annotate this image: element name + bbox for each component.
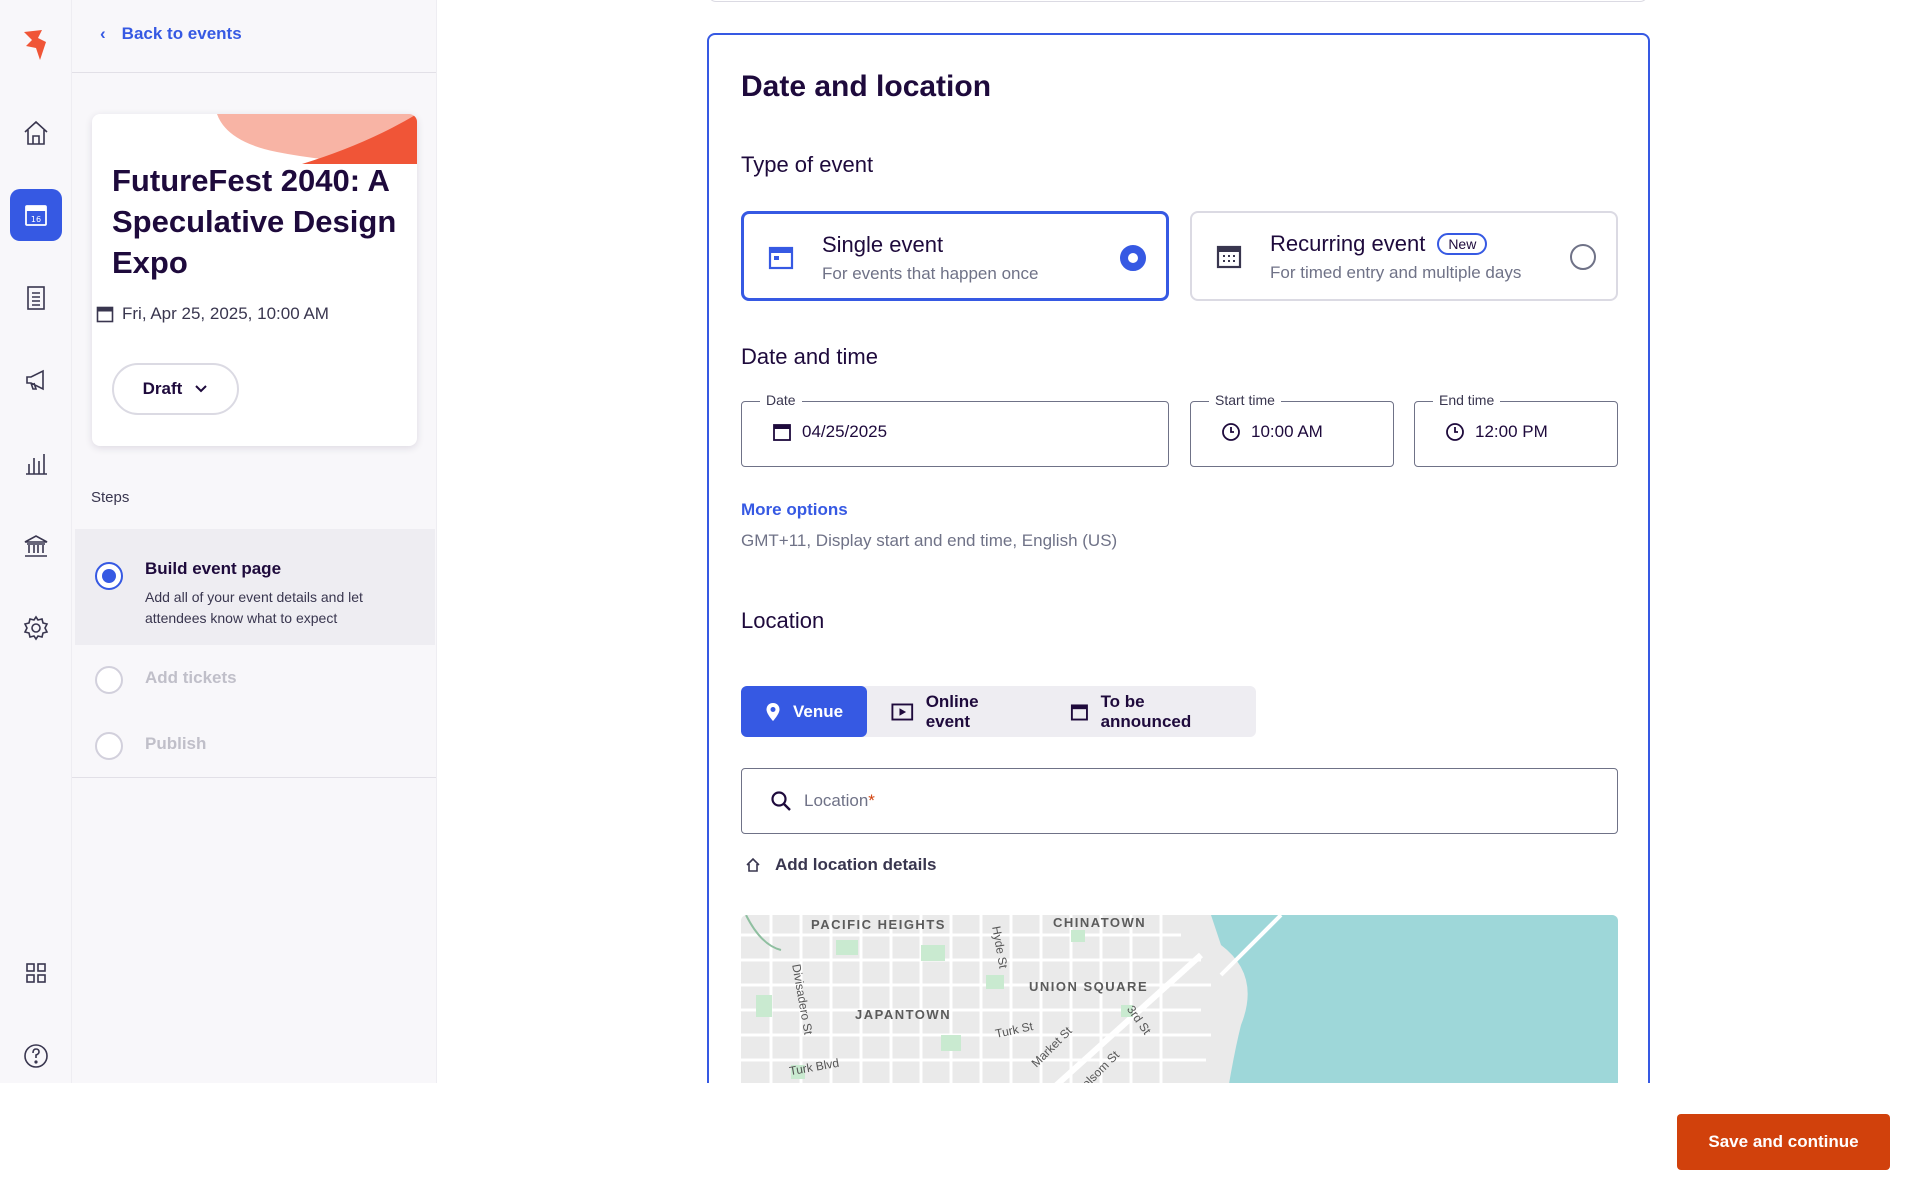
help-icon[interactable]	[10, 1030, 62, 1082]
step-add-tickets[interactable]: Add tickets	[75, 650, 435, 705]
more-options-summary: GMT+11, Display start and end time, Engl…	[741, 531, 1118, 550]
step-title: Build event page	[145, 559, 282, 578]
calendar-icon	[773, 424, 791, 441]
divider	[72, 777, 436, 778]
calendar-icon	[1070, 703, 1088, 720]
single-event-option[interactable]: Single event For events that happen once	[741, 211, 1169, 301]
logo-icon[interactable]	[20, 28, 50, 62]
steps-label: Steps	[91, 489, 130, 506]
type-of-event-heading: Type of event	[741, 152, 874, 177]
clock-icon	[1222, 423, 1240, 441]
chevron-left-icon: ‹	[100, 24, 106, 43]
bottom-action-bar	[0, 1083, 1920, 1200]
step-description: Add all of your event details and let at…	[145, 589, 363, 626]
date-label: Date	[760, 392, 802, 408]
date-time-heading: Date and time	[741, 344, 878, 369]
recurring-event-title: Recurring event	[1270, 231, 1426, 256]
radio-selected	[1120, 245, 1146, 271]
step-radio	[95, 562, 123, 590]
step-title: Publish	[145, 734, 207, 753]
map-label: PACIFIC HEIGHTS	[811, 917, 946, 932]
finance-icon[interactable]	[10, 520, 62, 572]
start-time-value: 10:00 AM	[1251, 422, 1323, 441]
tab-to-be-announced[interactable]: To be announced	[1046, 686, 1256, 737]
chart-icon[interactable]	[10, 437, 62, 489]
start-time-label: Start time	[1209, 392, 1281, 408]
apps-icon[interactable]	[10, 947, 62, 999]
location-heading: Location	[741, 608, 825, 633]
map-pin-icon	[766, 702, 780, 721]
decorative-shape	[217, 114, 417, 164]
event-title: FutureFest 2040: A Speculative Design Ex…	[112, 163, 397, 280]
step-radio	[95, 732, 123, 760]
end-time-label: End time	[1433, 392, 1501, 408]
more-options-link[interactable]: More options	[741, 500, 848, 520]
previous-section-edge	[708, 0, 1648, 2]
calendar-icon[interactable]: 16	[10, 189, 62, 241]
status-label: Draft	[142, 379, 183, 398]
svg-text:16: 16	[31, 215, 41, 224]
search-icon	[771, 791, 791, 811]
chevron-down-icon	[195, 385, 208, 393]
end-time-value: 12:00 PM	[1475, 422, 1548, 441]
option-title: Recurring event New	[1270, 231, 1488, 257]
save-and-continue-button[interactable]: Save and continue	[1677, 1114, 1890, 1170]
radio-unselected	[1570, 244, 1596, 270]
recurring-event-option[interactable]: Recurring event New For timed entry and …	[1190, 211, 1618, 301]
tab-venue[interactable]: Venue	[741, 686, 868, 737]
tab-label: Online event	[925, 691, 979, 731]
step-publish[interactable]: Publish	[75, 716, 435, 771]
section-title: Date and location	[741, 70, 992, 103]
video-icon	[891, 703, 914, 720]
megaphone-icon[interactable]	[10, 354, 62, 406]
tab-label: Venue	[793, 701, 844, 721]
divider	[72, 72, 436, 73]
option-subtitle: For events that happen once	[822, 264, 1039, 283]
home-icon	[746, 857, 760, 872]
event-sidebar: ‹ Back to events FutureFest 2040: A Spec…	[72, 0, 437, 1083]
icon-rail: 16	[0, 0, 72, 1083]
add-location-details-button[interactable]: Add location details	[745, 855, 937, 875]
tab-online-event[interactable]: Online event	[867, 686, 1046, 737]
start-time-field[interactable]: Start time 10:00 AM	[1190, 392, 1394, 467]
required-mark: *	[868, 791, 875, 810]
option-title: Single event	[822, 232, 943, 258]
orders-icon[interactable]	[10, 272, 62, 324]
single-event-title: Single event	[822, 232, 944, 257]
step-title: Add tickets	[145, 668, 237, 687]
status-dropdown[interactable]: Draft	[112, 363, 239, 415]
calendar-icon	[768, 246, 794, 270]
new-badge: New	[1437, 233, 1488, 255]
add-details-label: Add location details	[775, 855, 937, 874]
option-subtitle: For timed entry and multiple days	[1270, 263, 1522, 282]
step-radio	[95, 666, 123, 694]
map-label: UNION SQUARE	[1029, 979, 1149, 994]
settings-icon[interactable]	[10, 602, 62, 654]
tab-label: To be announced	[1100, 691, 1192, 731]
date-value: 04/25/2025	[802, 422, 888, 441]
calendar-grid-icon	[1216, 245, 1242, 269]
date-field[interactable]: Date 04/25/2025	[741, 392, 1169, 467]
back-label: Back to events	[121, 24, 242, 43]
location-search-input[interactable]: Location*	[741, 768, 1618, 834]
calendar-small-icon	[96, 306, 114, 323]
map-label: JAPANTOWN	[855, 1007, 952, 1022]
map-label: CHINATOWN	[1053, 915, 1147, 930]
step-build-event-page[interactable]: Build event page Add all of your event d…	[75, 529, 435, 645]
clock-icon	[1446, 423, 1464, 441]
location-placeholder: Location	[804, 791, 869, 810]
event-date: Fri, Apr 25, 2025, 10:00 AM	[96, 304, 329, 324]
back-to-events-link[interactable]: ‹ Back to events	[100, 24, 242, 44]
location-type-tabs: Venue Online event To be announced	[741, 686, 1256, 737]
event-date-text: Fri, Apr 25, 2025, 10:00 AM	[122, 304, 329, 323]
date-location-panel: Date and location Type of event Single e…	[707, 33, 1650, 1135]
home-icon[interactable]	[10, 107, 62, 159]
end-time-field[interactable]: End time 12:00 PM	[1414, 392, 1618, 467]
